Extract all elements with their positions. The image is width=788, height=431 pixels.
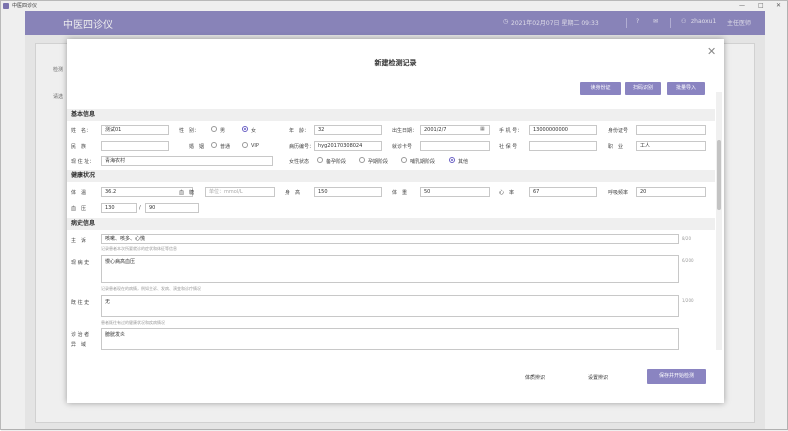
female-status-3-label: 哺乳期阶段 xyxy=(410,159,436,165)
gender-male-label: 男 xyxy=(220,128,226,134)
new-record-dialog: 新建检测记录 ✕ 读身份证 扫码识别 批量导入 基本信息 姓 名： 测试01 性… xyxy=(67,39,724,403)
blood-pressure-separator: / xyxy=(139,205,141,211)
marital-vip-label: VIP xyxy=(251,143,259,149)
blood-sugar-input[interactable]: 单位：mmol/L xyxy=(205,187,275,197)
save-and-start-button[interactable]: 保存并开始检测 xyxy=(647,369,706,384)
female-status-2-radio[interactable] xyxy=(359,157,365,163)
female-status-1-label: 备孕阶段 xyxy=(326,159,347,165)
marital-normal-radio[interactable] xyxy=(211,142,217,148)
constitution-identify-button[interactable]: 体质辨识 xyxy=(525,374,545,381)
birth-label: 出生日期： xyxy=(392,128,418,134)
phone-input[interactable]: 13000000000 xyxy=(529,125,597,135)
height-label: 身 高 xyxy=(285,190,301,196)
name-label: 姓 名： xyxy=(71,128,92,134)
section-vitals: 健康状况 xyxy=(67,170,715,182)
chief-complaint-input[interactable]: 咳嗽、咳多、心慌 xyxy=(101,234,679,244)
past-history-textarea[interactable]: 无 xyxy=(101,295,679,317)
marital-label: 婚 姻 xyxy=(189,144,205,150)
social-security-input[interactable] xyxy=(529,141,597,151)
chief-complaint-hint: 记录患者本次所要就诊的症状和体征等信息 xyxy=(101,246,177,251)
scrollbar-thumb[interactable] xyxy=(717,140,721,210)
chief-complaint-label: 主 诉 xyxy=(71,238,87,244)
record-code-input[interactable]: hyg20170308024 xyxy=(314,141,382,151)
past-history-hint: 患者既往有过的健康状况和疾病情况 xyxy=(101,320,165,325)
heart-rate-label: 心 率 xyxy=(499,190,515,196)
section-basic-info: 基本信息 xyxy=(67,109,715,121)
weight-input[interactable]: 50 xyxy=(420,187,490,197)
temperature-label: 体 温 xyxy=(71,190,87,196)
past-history-label: 既 往 史 xyxy=(71,300,90,306)
present-illness-count: 6/200 xyxy=(682,258,694,263)
female-status-3-radio[interactable] xyxy=(401,157,407,163)
social-security-label: 社 保 号 xyxy=(499,144,518,150)
gender-label: 性 别： xyxy=(179,128,200,134)
medical-card-input[interactable] xyxy=(420,141,490,151)
section-history: 病史信息 xyxy=(67,218,715,230)
female-status-4-radio[interactable] xyxy=(449,157,455,163)
female-status-1-radio[interactable] xyxy=(317,157,323,163)
height-input[interactable]: 150 xyxy=(314,187,382,197)
other-history-label: 诊 治 者 xyxy=(71,332,90,338)
breath-rate-input[interactable]: 20 xyxy=(636,187,706,197)
female-status-2-label: 孕期阶段 xyxy=(368,159,389,165)
gender-female-label: 女 xyxy=(251,128,257,134)
dialog-scrollbar[interactable] xyxy=(716,92,722,350)
present-illness-textarea[interactable]: 慢心病高血压 xyxy=(101,255,679,283)
age-label: 年 龄： xyxy=(289,128,310,134)
present-illness-hint: 记录患者现在的病情，例如主诉、发病、演变和诊疗情况 xyxy=(101,286,201,291)
blood-pressure-low-input[interactable]: 90 xyxy=(145,203,199,213)
chief-complaint-count: 8/20 xyxy=(682,236,691,241)
idcard-label: 身份证号 xyxy=(608,128,629,134)
marital-normal-label: 普通 xyxy=(220,144,231,150)
record-code-label: 病历编号： xyxy=(289,144,315,150)
past-history-count: 1/200 xyxy=(682,298,694,303)
blood-pressure-high-input[interactable]: 130 xyxy=(101,203,137,213)
weight-label: 体 重 xyxy=(392,190,408,196)
female-status-4-label: 其他 xyxy=(458,159,469,165)
other-history-textarea[interactable]: 膀胱发炎 xyxy=(101,328,679,350)
idcard-input[interactable] xyxy=(636,125,706,135)
other-history-label-2: 异 域 xyxy=(71,342,87,348)
present-illness-label: 现 病 史 xyxy=(71,260,90,266)
calendar-icon[interactable]: ▦ xyxy=(480,126,485,132)
job-label: 职 业 xyxy=(608,144,624,150)
phone-label: 手 机 号： xyxy=(499,128,523,134)
scan-code-button[interactable]: 扫码识别 xyxy=(625,82,661,95)
address-label: 现 住 址： xyxy=(71,159,95,165)
close-icon[interactable]: ✕ xyxy=(707,45,716,58)
breath-rate-label: 呼吸频率 xyxy=(608,190,629,196)
read-id-button[interactable]: 读身份证 xyxy=(580,82,621,95)
female-status-label: 女性状态 xyxy=(289,159,310,165)
name-input[interactable]: 测试01 xyxy=(101,125,169,135)
blood-pressure-label: 血 压 xyxy=(71,206,87,212)
dialog-title: 新建检测记录 xyxy=(374,59,417,67)
ethnic-input[interactable] xyxy=(101,141,169,151)
address-input[interactable]: 青海农村 xyxy=(101,156,273,166)
heart-rate-input[interactable]: 67 xyxy=(529,187,597,197)
ethnic-label: 民 族 xyxy=(71,144,87,150)
marital-vip-radio[interactable] xyxy=(242,142,248,148)
app-window: 中医四诊仪 — □ ✕ 中医四诊仪 ◷ 2021年02月07日 星期二 09:3… xyxy=(0,0,788,431)
age-input[interactable]: 32 xyxy=(314,125,382,135)
blood-sugar-label: 血 糖 xyxy=(179,190,195,196)
gender-male-radio[interactable] xyxy=(211,126,217,132)
quick-import-button[interactable]: 批量导入 xyxy=(667,82,705,95)
medical-card-label: 就诊卡号 xyxy=(392,144,413,150)
settings-identify-button[interactable]: 设置辨识 xyxy=(588,374,608,381)
gender-female-radio[interactable] xyxy=(242,126,248,132)
job-input[interactable]: 工人 xyxy=(636,141,706,151)
